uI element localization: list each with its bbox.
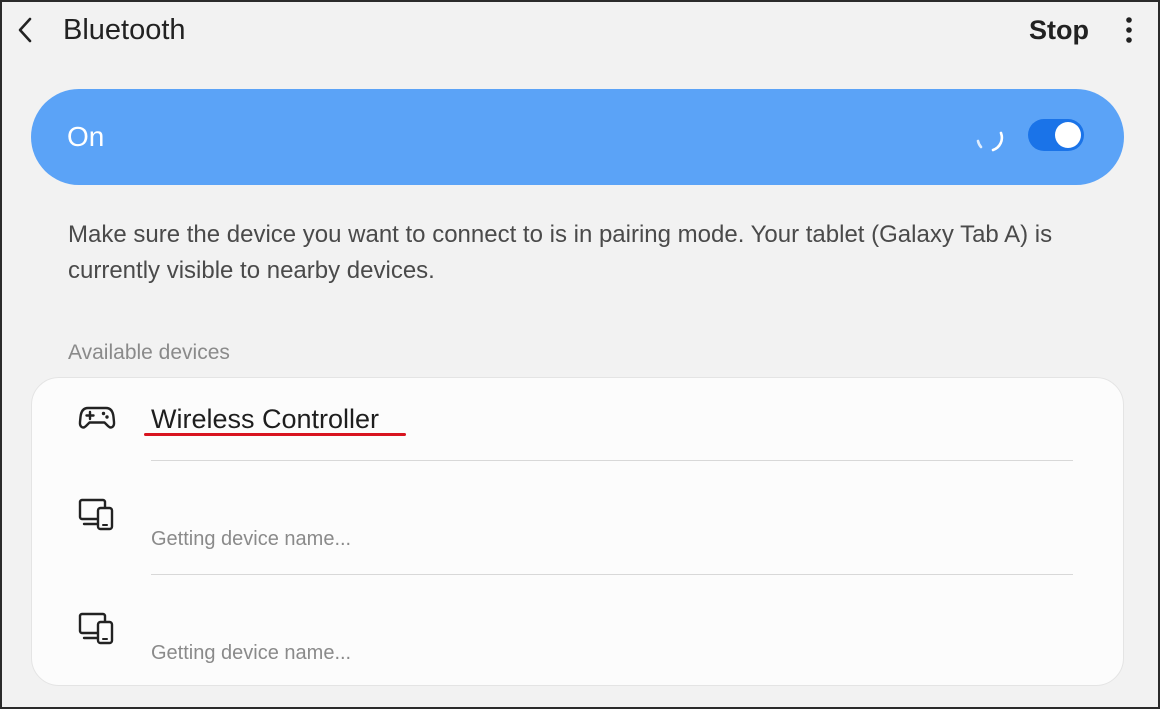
pairing-info-text: Make sure the device you want to connect…	[68, 221, 1053, 284]
bluetooth-toggle[interactable]	[1028, 119, 1084, 151]
more-vertical-icon	[1126, 17, 1132, 43]
toggle-knob	[1055, 122, 1081, 148]
device-name: Getting device name...	[151, 528, 352, 550]
device-item-wireless-controller[interactable]: Wireless Controller	[32, 378, 1123, 461]
available-devices-header: Available devices	[68, 341, 230, 364]
device-item-unknown-2[interactable]: Getting device name...	[32, 575, 1123, 685]
device-name: Getting device name...	[151, 642, 352, 664]
chevron-left-icon	[18, 17, 32, 43]
bluetooth-master-switch-bar[interactable]: On	[31, 89, 1124, 185]
stop-button[interactable]: Stop	[1029, 12, 1089, 48]
devices-icon	[78, 498, 114, 531]
back-button[interactable]	[10, 12, 40, 48]
device-name: Wireless Controller	[151, 404, 380, 434]
more-options-button[interactable]	[1114, 12, 1144, 48]
highlight-underline	[144, 433, 406, 436]
app-bar: Bluetooth Stop	[0, 0, 1160, 62]
devices-icon	[78, 612, 114, 645]
device-item-unknown-1[interactable]: Getting device name...	[32, 461, 1123, 575]
scanning-spinner-icon	[976, 131, 1004, 152]
gamepad-icon	[78, 406, 116, 429]
bluetooth-status-label: On	[67, 121, 105, 152]
available-devices-list: Wireless Controller Getting device name.…	[31, 377, 1124, 686]
page-title: Bluetooth	[63, 14, 186, 46]
